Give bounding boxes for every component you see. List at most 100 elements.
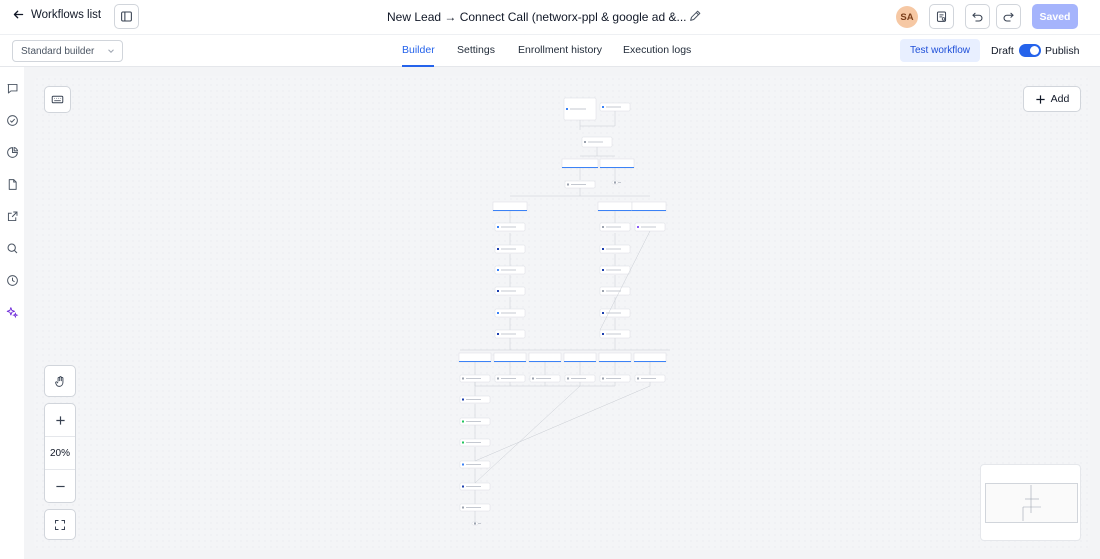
end-node[interactable]: [471, 521, 481, 526]
sub-branch-step[interactable]: [564, 374, 596, 383]
branch-a-step[interactable]: [494, 308, 526, 318]
top-bar: Workflows list New Lead → Connect Call (…: [0, 0, 1100, 34]
connector-line: [474, 385, 581, 484]
sub-branch-header[interactable]: [528, 352, 562, 363]
branch-a-step[interactable]: [494, 286, 526, 296]
history-icon: [7, 275, 18, 286]
final-chain-step[interactable]: [459, 417, 491, 426]
branch-b-step[interactable]: [599, 308, 631, 318]
publish-label: Publish: [1045, 45, 1080, 57]
tab-settings[interactable]: Settings: [457, 44, 495, 56]
tab-enrollment-history[interactable]: Enrollment history: [518, 44, 602, 56]
workflow-title[interactable]: New Lead → Connect Call (networx-ppl & g…: [387, 10, 687, 24]
branch-header[interactable]: [561, 158, 599, 169]
branch-b-step[interactable]: [599, 329, 631, 339]
branch-header[interactable]: [599, 158, 635, 169]
plus-icon: [55, 415, 65, 425]
minimap-graph: [1022, 485, 1041, 521]
rail-item-tasks[interactable]: [6, 114, 19, 127]
rail-item-chat[interactable]: [6, 82, 19, 95]
keyboard-icon: [51, 95, 64, 104]
tab-builder[interactable]: Builder: [402, 44, 435, 56]
pan-tool-button[interactable]: [44, 365, 76, 397]
panel-toggle-button[interactable]: [114, 4, 139, 29]
zoom-controls: 20%: [44, 403, 76, 503]
user-avatar[interactable]: SA: [896, 6, 918, 28]
branch-a-step[interactable]: [494, 244, 526, 254]
minus-icon: [55, 485, 65, 487]
sub-branch-step[interactable]: [529, 374, 561, 383]
keyboard-shortcuts-button[interactable]: [44, 86, 71, 113]
chevron-down-icon: [108, 49, 114, 53]
branch-a-step[interactable]: [494, 222, 526, 232]
sub-branch-step[interactable]: [459, 374, 491, 383]
arrow-left-icon: [13, 10, 24, 19]
sub-branch-step[interactable]: [494, 374, 526, 383]
final-chain-step[interactable]: [459, 482, 491, 491]
builder-select-value: Standard builder: [21, 45, 95, 57]
rail-item-history[interactable]: [6, 274, 19, 287]
branch-b-step[interactable]: [599, 265, 631, 275]
branch-a-step[interactable]: [494, 329, 526, 339]
back-label: Workflows list: [31, 8, 102, 21]
branch-header[interactable]: [631, 201, 667, 212]
sub-branch-step[interactable]: [599, 374, 631, 383]
branch-header[interactable]: [492, 201, 528, 212]
tab-execution-logs[interactable]: Execution logs: [623, 44, 691, 56]
rail-item-ai[interactable]: [6, 306, 19, 319]
sub-branch-header[interactable]: [458, 352, 492, 363]
branch-b-step[interactable]: [599, 244, 631, 254]
notes-button[interactable]: [929, 4, 954, 29]
test-workflow-button[interactable]: Test workflow: [900, 39, 980, 62]
active-tab-indicator: [402, 65, 434, 67]
action-node[interactable]: [581, 136, 613, 148]
publish-toggle[interactable]: [1019, 44, 1041, 57]
fit-view-button[interactable]: [44, 509, 76, 540]
rail-item-share[interactable]: [6, 210, 19, 223]
branch-b-step[interactable]: [599, 222, 631, 232]
action-node[interactable]: [564, 180, 596, 189]
final-chain-step[interactable]: [459, 503, 491, 512]
builder-mode-select[interactable]: Standard builder: [12, 40, 123, 62]
clipboard-icon: [936, 11, 947, 22]
final-chain-step[interactable]: [459, 460, 491, 469]
sub-branch-header[interactable]: [563, 352, 597, 363]
undo-icon: [972, 12, 983, 22]
pencil-icon[interactable]: [688, 9, 702, 23]
external-link-icon: [7, 211, 18, 222]
redo-button[interactable]: [996, 4, 1021, 29]
add-trigger-node[interactable]: [599, 102, 631, 112]
connector-line: [474, 385, 651, 462]
zoom-in-button[interactable]: [45, 406, 75, 434]
sub-branch-header[interactable]: [633, 352, 667, 363]
pie-chart-icon: [7, 146, 19, 158]
sidebar-panel-icon: [121, 11, 132, 22]
branch-b-step[interactable]: [599, 286, 631, 296]
zoom-level-display: 20%: [45, 436, 75, 470]
sub-branch-step[interactable]: [634, 374, 666, 383]
zoom-level: 20%: [49, 447, 70, 459]
branch-a-step[interactable]: [494, 265, 526, 275]
branch-header[interactable]: [597, 201, 633, 212]
add-button-label: Add: [1050, 93, 1070, 105]
saved-button[interactable]: Saved: [1032, 4, 1078, 29]
sub-branch-header[interactable]: [493, 352, 527, 363]
trigger-node[interactable]: [563, 97, 597, 121]
rail-item-reports[interactable]: [6, 146, 19, 159]
minimap[interactable]: [980, 464, 1081, 541]
zoom-out-button[interactable]: [45, 472, 75, 500]
final-chain-step[interactable]: [459, 438, 491, 447]
file-icon: [8, 179, 17, 190]
hand-icon: [54, 375, 63, 387]
end-node[interactable]: [611, 180, 621, 185]
add-button[interactable]: Add: [1023, 86, 1081, 112]
rail-item-search[interactable]: [6, 242, 19, 255]
undo-button[interactable]: [965, 4, 990, 29]
rail-item-files[interactable]: [6, 178, 19, 191]
check-circle-icon: [7, 115, 18, 126]
workflow-graph[interactable]: [440, 90, 700, 530]
branch-c-step[interactable]: [634, 222, 666, 232]
final-chain-step[interactable]: [459, 395, 491, 404]
sub-branch-header[interactable]: [598, 352, 632, 363]
back-to-workflows-link[interactable]: Workflows list: [12, 8, 101, 21]
